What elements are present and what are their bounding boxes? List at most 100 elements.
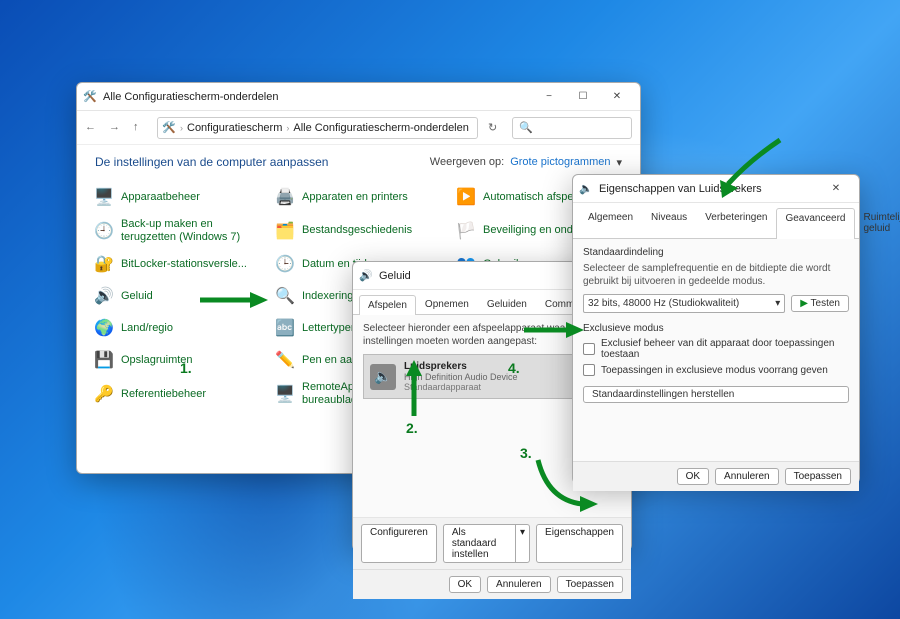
breadcrumb-item[interactable]: Alle Configuratiescherm-onderdelen [293, 122, 468, 134]
up-button[interactable]: ↑ [133, 121, 147, 135]
checkbox-label: Exclusief beheer van dit apparaat door t… [601, 338, 849, 360]
default-format-label: Standaardindeling [583, 247, 849, 258]
breadcrumb-item[interactable]: Configuratiescherm [187, 122, 282, 134]
speaker-icon: 🔈 [370, 364, 396, 390]
checkbox-label: Toepassingen in exclusieve modus voorran… [601, 365, 828, 376]
item-label: Apparaatbeheer [121, 191, 200, 204]
sample-format-value: 32 bits, 48000 Hz (Studiokwaliteit) [588, 298, 739, 309]
item-icon: 🗂️ [274, 220, 296, 242]
tab-geluiden[interactable]: Geluiden [478, 294, 536, 314]
ok-button[interactable]: OK [677, 468, 709, 485]
search-input[interactable]: 🔍 [512, 117, 632, 139]
item-label: BitLocker-stationsversle... [121, 258, 247, 271]
cp-item-opslagruimten[interactable]: 💾 Opslagruimten [91, 346, 264, 374]
apply-button[interactable]: Toepassen [785, 468, 851, 485]
checkbox-icon [583, 343, 595, 355]
item-icon: 🖨️ [274, 186, 296, 208]
tab-afspelen[interactable]: Afspelen [359, 295, 416, 315]
cancel-button[interactable]: Annuleren [487, 576, 551, 593]
cp-item-apparaten-en-printers[interactable]: 🖨️ Apparaten en printers [272, 183, 445, 211]
view-by-value[interactable]: Grote pictogrammen [510, 156, 610, 169]
set-default-button[interactable]: Als standaard instellen [443, 524, 515, 563]
chevron-down-icon: ▾ [775, 298, 780, 309]
exclusive-mode-label: Exclusieve modus [583, 323, 849, 334]
refresh-button[interactable]: ↻ [488, 121, 502, 135]
item-icon: 🕒 [274, 253, 296, 275]
set-default-dropdown[interactable]: ▾ [515, 524, 530, 563]
cp-item-land-regio[interactable]: 🌍 Land/regio [91, 314, 264, 342]
tab-geavanceerd[interactable]: Geavanceerd [776, 208, 854, 239]
test-button[interactable]: ▶ Testen [791, 295, 849, 312]
item-label: Land/regio [121, 322, 173, 335]
default-format-desc: Selecteer de samplefrequentie en de bitd… [583, 262, 849, 288]
annotation-arrow-3 [538, 460, 598, 510]
configure-button[interactable]: Configureren [361, 524, 437, 563]
tab-opnemen[interactable]: Opnemen [416, 294, 478, 314]
item-icon: 🌍 [93, 317, 115, 339]
chevron-right-icon: › [286, 123, 289, 133]
cp-item-back-up-maken-en-terugze[interactable]: 🕘 Back-up maken en terugzetten (Windows 7… [91, 215, 264, 246]
item-label: Lettertypen [302, 322, 357, 335]
control-panel-icon: 🛠️ [162, 121, 176, 135]
back-button[interactable]: ← [85, 121, 99, 135]
annotation-arrow-tab [720, 140, 790, 200]
item-label: Geluid [121, 290, 153, 303]
item-label: Bestandsgeschiedenis [302, 224, 412, 237]
tab-algemeen[interactable]: Algemeen [579, 207, 642, 238]
cp-item-referentiebeheer[interactable]: 🔑 Referentiebeheer [91, 378, 264, 409]
item-icon: 🔊 [93, 285, 115, 307]
view-by-label: Weergeven op: [430, 156, 504, 169]
cancel-button[interactable]: Annuleren [715, 468, 779, 485]
cp-item-apparaatbeheer[interactable]: 🖥️ Apparaatbeheer [91, 183, 264, 211]
ok-button[interactable]: OK [449, 576, 481, 593]
restore-defaults-button[interactable]: Standaardinstellingen herstellen [583, 386, 849, 403]
item-icon: 🔍 [274, 285, 296, 307]
item-icon: ✏️ [274, 349, 296, 371]
sound-icon: 🔊 [359, 269, 373, 283]
window-icon: 🛠️ [83, 90, 97, 104]
minimize-button[interactable]: − [532, 86, 566, 108]
item-label: Apparaten en printers [302, 191, 408, 204]
page-heading: De instellingen van de computer aanpasse… [95, 155, 328, 169]
exclusive-priority-checkbox[interactable]: Toepassingen in exclusieve modus voorran… [583, 364, 849, 376]
apply-button[interactable]: Toepassen [557, 576, 623, 593]
annotation-arrow-2 [404, 360, 424, 416]
item-label: Opslagruimten [121, 354, 193, 367]
item-label: Back-up maken en terugzetten (Windows 7) [121, 218, 262, 243]
item-icon: ▶️ [455, 186, 477, 208]
cp-item-bestandsgeschiedenis[interactable]: 🗂️ Bestandsgeschiedenis [272, 215, 445, 246]
titlebar: 🔈 Eigenschappen van Luidsprekers ✕ [573, 175, 859, 203]
tab-verbeteringen[interactable]: Verbeteringen [696, 207, 776, 238]
item-label: Referentiebeheer [121, 388, 206, 401]
cp-item-bitlocker-stationsversle[interactable]: 🔐 BitLocker-stationsversle... [91, 250, 264, 278]
tab-ruimtelijk-geluid[interactable]: Ruimtelijk geluid [855, 207, 900, 238]
dialog-title: Geluid [379, 270, 591, 282]
nav-toolbar: ← → ↑ 🛠️ › Configuratiescherm › Alle Con… [77, 111, 640, 145]
breadcrumb[interactable]: 🛠️ › Configuratiescherm › Alle Configura… [157, 117, 478, 139]
item-icon: 🖥️ [274, 383, 296, 405]
properties-button[interactable]: Eigenschappen [536, 524, 623, 563]
item-icon: 🕘 [93, 220, 115, 242]
item-icon: 💾 [93, 349, 115, 371]
item-icon: 🔑 [93, 383, 115, 405]
tab-strip: AlgemeenNiveausVerbeteringenGeavanceerdR… [573, 203, 859, 239]
annotation-arrow-4 [524, 320, 584, 340]
checkbox-icon [583, 364, 595, 376]
titlebar: 🛠️ Alle Configuratiescherm-onderdelen − … [77, 83, 640, 111]
annotation-arrow-1 [200, 290, 270, 310]
search-icon: 🔍 [519, 121, 533, 134]
close-button[interactable]: ✕ [600, 86, 634, 108]
exclusive-allow-checkbox[interactable]: Exclusief beheer van dit apparaat door t… [583, 338, 849, 360]
forward-button[interactable]: → [109, 121, 123, 135]
item-icon: 🏳️ [455, 220, 477, 242]
item-icon: 🖥️ [93, 186, 115, 208]
close-button[interactable]: ✕ [819, 178, 853, 200]
sample-format-select[interactable]: 32 bits, 48000 Hz (Studiokwaliteit) ▾ [583, 294, 785, 313]
item-icon: 🔐 [93, 253, 115, 275]
speaker-properties-dialog: 🔈 Eigenschappen van Luidsprekers ✕ Algem… [572, 174, 860, 484]
maximize-button[interactable]: ☐ [566, 86, 600, 108]
speaker-icon: 🔈 [579, 182, 593, 196]
chevron-down-icon[interactable]: ▾ [616, 156, 622, 169]
item-icon: 🔤 [274, 317, 296, 339]
tab-niveaus[interactable]: Niveaus [642, 207, 696, 238]
